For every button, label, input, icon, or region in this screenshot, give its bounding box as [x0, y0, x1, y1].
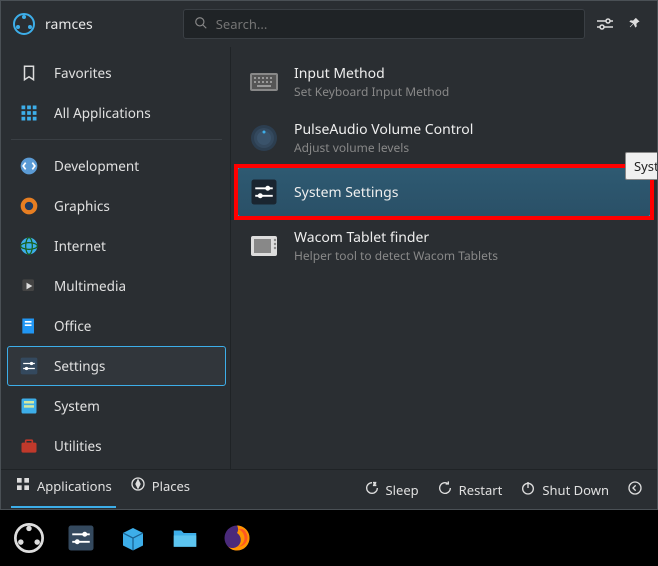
tablet-icon	[248, 230, 280, 262]
taskbar-system-settings-icon[interactable]	[62, 519, 100, 557]
menu-body: Favorites All Applications Development G…	[1, 47, 657, 469]
office-icon	[18, 315, 40, 337]
grid-icon	[18, 102, 40, 124]
sidebar-item-label: Favorites	[54, 64, 112, 82]
bookmark-icon	[18, 62, 40, 84]
sidebar-item-settings[interactable]: Settings	[7, 346, 226, 386]
sidebar-item-development[interactable]: Development	[7, 146, 226, 186]
action-label: Shut Down	[542, 481, 609, 499]
development-icon	[18, 155, 40, 177]
sidebar-item-all-applications[interactable]: All Applications	[7, 93, 226, 133]
sidebar-separator	[11, 139, 222, 140]
leave-icon-button[interactable]	[623, 476, 647, 504]
sidebar-item-label: Multimedia	[54, 277, 126, 295]
app-texts: Input Method Set Keyboard Input Method	[294, 64, 449, 100]
app-title: Wacom Tablet finder	[294, 228, 498, 247]
tab-applications[interactable]: Applications	[11, 472, 116, 508]
svg-text:z: z	[373, 480, 376, 487]
sidebar-item-multimedia[interactable]: Multimedia	[7, 266, 226, 306]
sidebar-item-office[interactable]: Office	[7, 306, 226, 346]
shutdown-button[interactable]: Shut Down	[516, 476, 613, 504]
action-label: Sleep	[386, 481, 419, 499]
restart-button[interactable]: Restart	[433, 476, 507, 504]
settings-icon[interactable]	[595, 14, 615, 34]
app-subtitle: Set Keyboard Input Method	[294, 83, 449, 100]
system-settings-icon	[248, 176, 280, 208]
menu-footer: Applications Places z Sleep Restart Shut…	[1, 469, 657, 509]
multimedia-icon	[18, 275, 40, 297]
sidebar-item-label: Graphics	[54, 197, 110, 215]
app-title: Input Method	[294, 64, 449, 83]
app-item-input-method[interactable]: Input Method Set Keyboard Input Method	[237, 55, 651, 109]
app-item-pulseaudio[interactable]: PulseAudio Volume Control Adjust volume …	[237, 111, 651, 165]
app-title: PulseAudio Volume Control	[294, 120, 473, 139]
tab-label: Applications	[37, 477, 112, 495]
sleep-button[interactable]: z Sleep	[360, 476, 423, 504]
app-launcher-icon[interactable]	[10, 519, 48, 557]
app-item-system-settings[interactable]: System Settings	[237, 167, 651, 217]
app-list: Input Method Set Keyboard Input Method P…	[231, 47, 657, 469]
sidebar-item-internet[interactable]: Internet	[7, 226, 226, 266]
app-texts: System Settings	[294, 183, 398, 202]
menu-header: ramces	[1, 1, 657, 47]
sidebar-item-label: Settings	[54, 357, 105, 375]
settings-sliders-icon	[18, 355, 40, 377]
search-field[interactable]	[216, 15, 574, 33]
sidebar-item-label: Internet	[54, 237, 106, 255]
action-label: Restart	[459, 481, 503, 499]
app-subtitle: Helper tool to detect Wacom Tablets	[294, 247, 498, 264]
taskbar-discover-icon[interactable]	[114, 519, 152, 557]
app-item-wacom[interactable]: Wacom Tablet finder Helper tool to detec…	[237, 219, 651, 273]
taskbar-firefox-icon[interactable]	[218, 519, 256, 557]
keyboard-icon	[248, 66, 280, 98]
system-icon	[18, 395, 40, 417]
volume-dial-icon	[248, 122, 280, 154]
sidebar-item-utilities[interactable]: Utilities	[7, 426, 226, 466]
taskbar-files-icon[interactable]	[166, 519, 204, 557]
sidebar-item-system[interactable]: System	[7, 386, 226, 426]
apps-grid-icon	[15, 476, 31, 496]
app-title: System Settings	[294, 183, 398, 202]
tab-places[interactable]: Places	[126, 472, 194, 508]
taskbar	[0, 510, 658, 566]
graphics-icon	[18, 195, 40, 217]
sidebar-item-label: Office	[54, 317, 91, 335]
application-menu: ramces Favorites All Applications Develo…	[0, 0, 658, 510]
sidebar-item-label: Utilities	[54, 437, 102, 455]
sidebar-item-graphics[interactable]: Graphics	[7, 186, 226, 226]
sleep-icon: z	[364, 480, 380, 500]
app-subtitle: Adjust volume levels	[294, 139, 473, 156]
chevron-left-circle-icon	[627, 480, 643, 500]
search-input[interactable]	[183, 9, 585, 39]
app-texts: Wacom Tablet finder Helper tool to detec…	[294, 228, 498, 264]
tab-label: Places	[152, 477, 190, 495]
toolbox-icon	[18, 435, 40, 457]
globe-icon	[18, 235, 40, 257]
tooltip: System Settings	[625, 152, 657, 180]
sidebar-item-favorites[interactable]: Favorites	[7, 53, 226, 93]
restart-icon	[437, 480, 453, 500]
power-icon	[520, 480, 536, 500]
sidebar-item-label: System	[54, 397, 100, 415]
sidebar-item-label: All Applications	[54, 104, 151, 122]
app-texts: PulseAudio Volume Control Adjust volume …	[294, 120, 473, 156]
sidebar: Favorites All Applications Development G…	[1, 47, 231, 469]
search-icon	[194, 13, 208, 35]
username-label: ramces	[45, 15, 93, 34]
sidebar-item-label: Development	[54, 157, 139, 175]
kubuntu-logo-icon	[13, 13, 35, 35]
pin-icon[interactable]	[625, 14, 645, 34]
compass-icon	[130, 476, 146, 496]
